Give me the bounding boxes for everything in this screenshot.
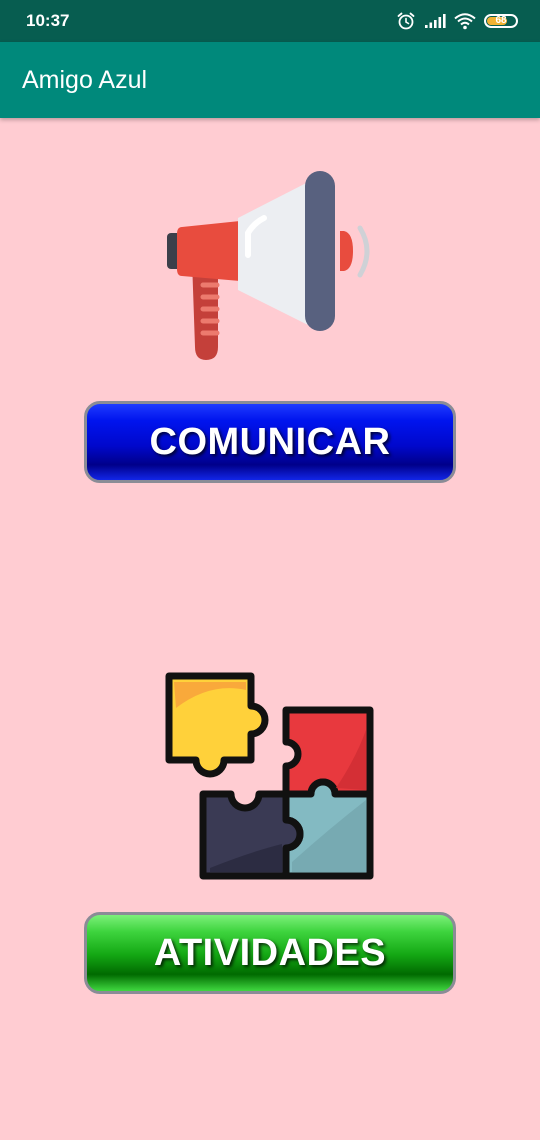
puzzle-icon <box>165 672 374 880</box>
atividades-button-label: ATIVIDADES <box>153 931 387 974</box>
battery-level: 68 <box>495 15 507 26</box>
atividades-button[interactable]: ATIVIDADES <box>84 912 456 994</box>
status-icons: 68 <box>396 9 518 33</box>
comunicar-button-label: COMUNICAR <box>149 420 391 463</box>
battery-icon: 68 <box>484 14 518 28</box>
alarm-icon <box>397 12 415 30</box>
comunicar-button[interactable]: COMUNICAR <box>84 401 456 483</box>
app-bar: Amigo Azul <box>0 42 540 118</box>
app-title: Amigo Azul <box>22 66 148 94</box>
signal-icon <box>425 14 446 28</box>
megaphone-icon <box>167 171 370 360</box>
wifi-icon <box>454 13 476 30</box>
status-bar: 10:37 68 <box>0 0 540 42</box>
status-time: 10:37 <box>26 11 70 30</box>
